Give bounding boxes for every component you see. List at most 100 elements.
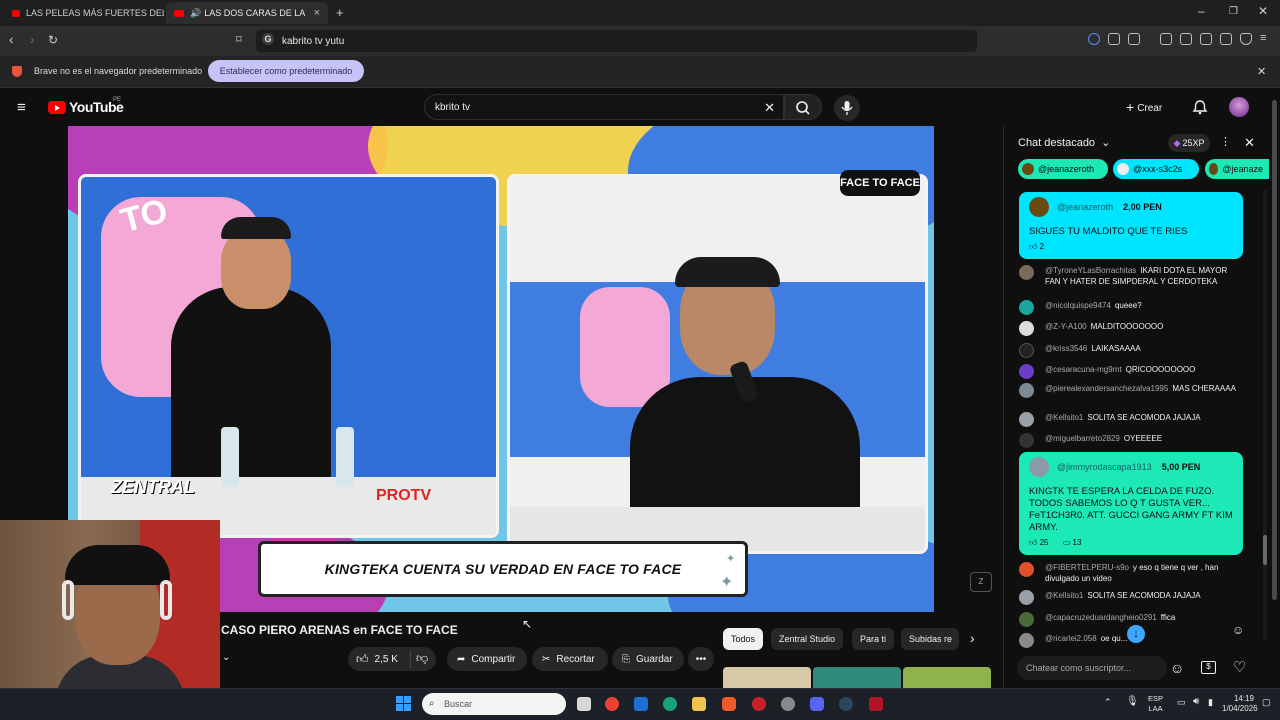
vpn-shield-icon[interactable] <box>1240 33 1252 45</box>
right-camera-panel <box>507 174 928 554</box>
close-infobar-icon[interactable]: ✕ <box>1257 65 1266 78</box>
music-icon[interactable] <box>1160 33 1172 45</box>
ticker-avatar <box>1209 163 1219 175</box>
more-actions-button[interactable]: ••• <box>688 647 714 671</box>
recommended-thumbnail[interactable] <box>813 667 901 688</box>
new-tab-icon[interactable]: + <box>336 5 344 20</box>
forward-icon[interactable]: › <box>30 31 35 47</box>
steam-icon[interactable] <box>839 697 853 711</box>
ticker-item[interactable]: @jeanazeroth <box>1018 159 1108 179</box>
search-button[interactable] <box>784 94 822 120</box>
notification-center-icon[interactable]: ▢ <box>1262 697 1271 708</box>
chevron-down-icon: ⌄ <box>1101 137 1111 149</box>
clip-button[interactable]: ✂ Recortar <box>532 647 608 671</box>
address-bar[interactable]: kabrito tv yutu <box>256 30 977 52</box>
share-icon: ➦ <box>457 653 466 665</box>
battery-icon[interactable]: ▮ <box>1208 697 1213 708</box>
puzzle-icon[interactable] <box>1108 33 1120 45</box>
hamburger-menu-icon[interactable]: ≡ <box>17 99 26 116</box>
chip-subidas[interactable]: Subidas re <box>901 628 959 650</box>
message-author: @Kellsito1 <box>1045 413 1084 422</box>
chat-scrollbar-thumb[interactable] <box>1263 535 1267 565</box>
save-button[interactable]: ⎘ Guardar <box>612 647 684 671</box>
app-icon[interactable] <box>869 697 883 711</box>
close-tab-icon[interactable]: × <box>314 7 320 19</box>
ticker-item[interactable]: @jeanaze <box>1205 159 1269 179</box>
opera-icon[interactable] <box>752 697 766 711</box>
heart-icon[interactable]: ♡ <box>1233 658 1246 676</box>
chrome-icon[interactable] <box>605 697 619 711</box>
search-input[interactable]: kbrito tv ✕ <box>424 94 784 120</box>
chip-zentral-studio[interactable]: Zentral Studio <box>771 628 844 650</box>
bookmark-save-icon: ⎘ <box>622 653 630 665</box>
ticker-avatar <box>1117 163 1129 175</box>
chat-mode-dropdown[interactable]: Chat destacado ⌄ <box>1018 136 1110 149</box>
lang-layout: LAA <box>1148 704 1163 713</box>
lang-code: ESP <box>1148 694 1164 703</box>
superchat-card[interactable]: @jeanazeroth 2,00 PEN SIGUES TU MALDITO … <box>1019 192 1243 259</box>
replies-icon: ▭ <box>1062 538 1071 547</box>
minimize-icon[interactable]: – <box>1198 4 1205 18</box>
back-icon[interactable]: ‹ <box>9 31 14 47</box>
network-icon[interactable]: ▭ <box>1177 697 1186 708</box>
bookmark-icon[interactable]: ⌑ <box>236 33 242 46</box>
page-scrollbar-thumb[interactable] <box>1272 100 1277 600</box>
mic-tray-icon[interactable]: 🎙︎ <box>1126 696 1139 707</box>
expand-chevron-icon[interactable]: ⌄ <box>222 652 230 663</box>
windows-start-icon[interactable] <box>396 696 412 712</box>
set-default-button[interactable]: Establecer como predeterminado <box>208 60 364 82</box>
discord-icon[interactable] <box>810 697 824 711</box>
ticker-author: @jeanaze <box>1222 164 1263 174</box>
create-button[interactable]: + Crear <box>1126 99 1162 115</box>
super-chat-icon[interactable]: $ <box>1201 661 1216 674</box>
restore-icon[interactable]: ❐ <box>1229 6 1238 17</box>
browser-tab-active[interactable]: 🔊 LAS DOS CARAS DE LA MONE × <box>166 2 328 24</box>
chat-message: @cesaracuna-mg9mt QRICOOOOOOOO <box>1019 364 1241 379</box>
outlook-icon[interactable] <box>634 697 648 711</box>
ticker-item[interactable]: @xxx-s3c2s <box>1113 159 1199 179</box>
clip-label: Recortar <box>556 653 595 665</box>
extension-icon[interactable] <box>1088 33 1100 45</box>
wallet-icon[interactable] <box>1200 33 1212 45</box>
brave-icon[interactable] <box>722 697 736 711</box>
chat-scrollbar-track[interactable] <box>1263 190 1267 640</box>
clear-search-icon[interactable]: ✕ <box>764 100 775 116</box>
recommended-thumbnail[interactable] <box>723 667 811 688</box>
xp-badge[interactable]: ◆ 25XP <box>1168 134 1210 152</box>
file-explorer-icon[interactable] <box>692 697 706 711</box>
thumbs-down-icon[interactable]: 👎︎ <box>416 651 428 666</box>
notifications-bell-icon[interactable] <box>1192 99 1208 115</box>
superchat-card[interactable]: @jimmyrodascapa1913 5,00 PEN KINGTK TE E… <box>1019 452 1243 555</box>
chip-todos[interactable]: Todos <box>723 628 764 650</box>
chip-para-ti[interactable]: Para ti <box>852 628 895 650</box>
recommended-thumbnail[interactable] <box>903 667 991 688</box>
settings-icon[interactable] <box>781 697 795 711</box>
taskbar-search-input[interactable]: ⌕ Buscar <box>422 693 566 715</box>
channel-watermark-icon[interactable]: Z <box>970 572 992 592</box>
reload-icon[interactable]: ↻ <box>48 33 58 47</box>
taskbar-clock[interactable]: 14:19 1/04/2026 <box>1222 694 1258 714</box>
language-indicator[interactable]: ESP LAA <box>1148 694 1163 714</box>
share-button[interactable]: ➦ Compartir <box>447 647 527 671</box>
close-window-icon[interactable]: ✕ <box>1258 4 1268 18</box>
scroll-to-bottom-button[interactable]: ↓ <box>1127 625 1145 643</box>
task-view-icon[interactable] <box>577 697 591 711</box>
youtube-logo-icon[interactable] <box>48 101 66 114</box>
sidebar-icon[interactable] <box>1180 33 1192 45</box>
browser-tab[interactable]: LAS PELEAS MÁS FUERTES DEL DEBAT <box>4 2 164 24</box>
emoji-picker-icon[interactable]: ☺ <box>1170 660 1184 676</box>
chat-more-icon[interactable]: ⋮ <box>1220 135 1231 148</box>
leo-ai-icon[interactable] <box>1220 33 1232 45</box>
tray-chevron-icon[interactable]: ⌃ <box>1104 697 1112 708</box>
account-avatar[interactable] <box>1229 97 1249 117</box>
chat-input[interactable]: Chatear como suscriptor... <box>1017 656 1167 680</box>
chips-next-icon[interactable]: › <box>970 630 975 646</box>
menu-icon[interactable]: ≡ <box>1260 32 1266 44</box>
reaction-count: 25 <box>1039 538 1049 547</box>
screenshot-icon[interactable] <box>1128 33 1140 45</box>
edge-icon[interactable] <box>663 697 677 711</box>
volume-icon[interactable]: 🔊︎ <box>1193 696 1199 707</box>
close-chat-icon[interactable]: ✕ <box>1244 135 1255 151</box>
superchat-text: SIGUES TU MALDITO QUE TE RIES <box>1019 222 1243 242</box>
voice-search-button[interactable] <box>834 95 860 121</box>
